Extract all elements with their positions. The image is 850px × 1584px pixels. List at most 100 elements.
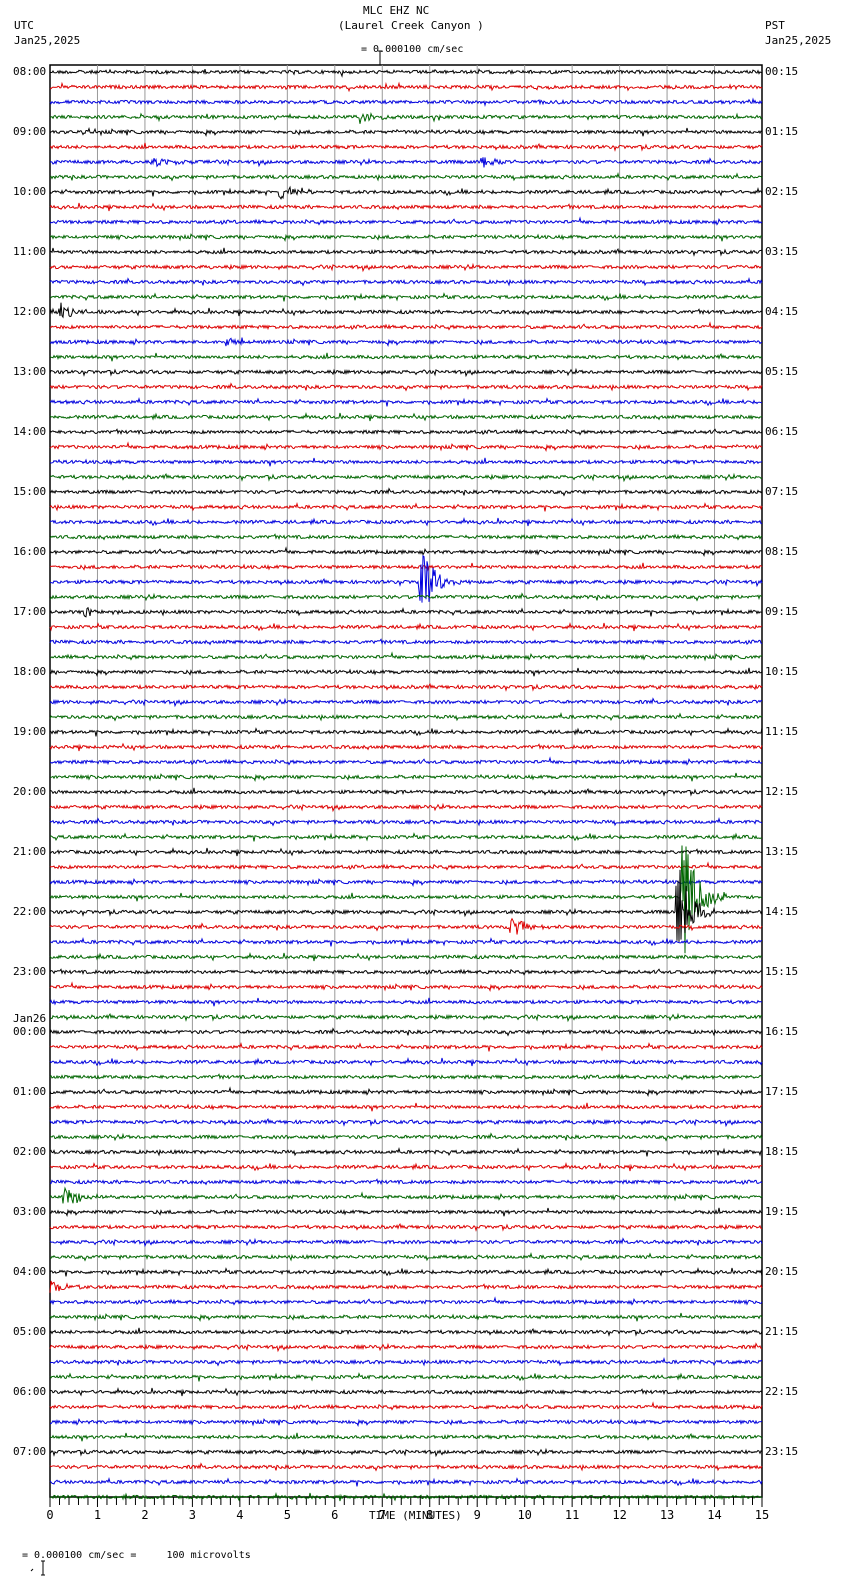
trace-62	[49, 997, 763, 1007]
pst-hour-label: 21:15	[765, 1325, 799, 1338]
trace-20	[49, 367, 763, 378]
pst-hour-label: 10:15	[765, 665, 799, 678]
utc-hour-label: 06:00	[13, 1385, 47, 1398]
plot-frame	[49, 64, 763, 1498]
day-change-label: Jan26	[13, 1012, 47, 1025]
pst-hour-label: 09:15	[765, 605, 799, 618]
trace-2	[49, 97, 763, 107]
utc-hour-label: 11:00	[13, 245, 47, 258]
trace-22	[49, 397, 763, 407]
pst-hour-label: 13:15	[765, 845, 799, 858]
trace-7	[49, 172, 763, 182]
trace-16	[49, 302, 763, 319]
trace-42	[49, 697, 763, 708]
trace-83	[49, 1312, 763, 1322]
trace-51	[49, 832, 763, 842]
pst-hour-label: 14:15	[765, 905, 799, 918]
trace-33	[49, 562, 763, 572]
pst-hour-label: 20:15	[765, 1265, 799, 1278]
trace-50	[49, 817, 763, 827]
x-tick-label: 0	[46, 1508, 53, 1522]
x-tick-label: 6	[331, 1508, 338, 1522]
trace-65	[49, 1042, 763, 1052]
pst-hour-label: 02:15	[765, 185, 799, 198]
trace-17	[49, 321, 763, 331]
utc-hour-label: 10:00	[13, 185, 47, 198]
trace-54	[49, 877, 763, 887]
pst-hour-label: 22:15	[765, 1385, 799, 1398]
trace-76	[49, 1207, 763, 1217]
trace-94	[49, 1477, 763, 1487]
x-tick-label: 2	[141, 1508, 148, 1522]
trace-26	[49, 457, 763, 467]
utc-hour-label: 21:00	[13, 845, 47, 858]
trace-77	[49, 1222, 763, 1232]
trace-85	[49, 1342, 763, 1353]
trace-39	[49, 651, 763, 662]
trace-64	[49, 1027, 763, 1037]
utc-hour-label: 14:00	[13, 425, 47, 438]
trace-19	[49, 352, 763, 362]
utc-hour-label: 12:00	[13, 305, 47, 318]
trace-40	[49, 667, 763, 677]
trace-23	[49, 411, 763, 422]
trace-71	[49, 1132, 763, 1142]
trace-36	[49, 606, 763, 618]
x-tick-label: 15	[755, 1508, 769, 1522]
trace-69	[49, 1102, 763, 1112]
trace-92	[49, 1447, 763, 1458]
pst-hour-label: 04:15	[765, 305, 799, 318]
trace-43	[49, 712, 763, 722]
x-tick-label: 13	[660, 1508, 674, 1522]
utc-hour-label: 22:00	[13, 905, 47, 918]
trace-0	[49, 68, 763, 78]
utc-hour-label: 07:00	[13, 1445, 47, 1458]
pst-hour-label: 01:15	[765, 125, 799, 138]
x-tick-label: 5	[284, 1508, 291, 1522]
trace-18	[49, 337, 763, 347]
trace-8	[49, 185, 763, 200]
trace-87	[49, 1372, 763, 1382]
x-tick-label: 10	[517, 1508, 531, 1522]
trace-4	[49, 126, 763, 137]
trace-67	[49, 1073, 763, 1081]
trace-91	[49, 1432, 763, 1442]
utc-hour-label: 03:00	[13, 1205, 47, 1218]
x-tick-label: 11	[565, 1508, 579, 1522]
trace-24	[49, 428, 763, 436]
trace-59	[49, 951, 763, 962]
pst-hour-label: 18:15	[765, 1145, 799, 1158]
utc-hour-label: 09:00	[13, 125, 47, 138]
utc-hour-label: 02:00	[13, 1145, 47, 1158]
pst-hour-label: 19:15	[765, 1205, 799, 1218]
trace-53	[49, 861, 763, 871]
utc-hour-label: 05:00	[13, 1325, 47, 1338]
trace-9	[49, 202, 763, 212]
pst-hour-label: 16:15	[765, 1025, 799, 1038]
utc-hour-label: 16:00	[13, 545, 47, 558]
utc-hour-label: 17:00	[13, 605, 47, 618]
trace-88	[49, 1386, 763, 1397]
trace-78	[49, 1237, 763, 1248]
trace-13	[49, 262, 763, 273]
trace-12	[49, 247, 763, 257]
utc-hour-label: 08:00	[13, 65, 47, 78]
trace-70	[49, 1117, 763, 1128]
pst-hour-label: 07:15	[765, 485, 799, 498]
trace-55	[49, 845, 763, 954]
trace-21	[49, 382, 763, 392]
trace-41	[49, 682, 763, 692]
trace-14	[49, 277, 763, 287]
trace-79	[49, 1252, 763, 1262]
trace-49	[49, 802, 763, 813]
pst-hour-label: 00:15	[765, 65, 799, 78]
pst-hour-label: 05:15	[765, 365, 799, 378]
pst-hour-label: 03:15	[765, 245, 799, 258]
trace-52	[49, 846, 763, 857]
x-tick-label: 14	[707, 1508, 721, 1522]
trace-6	[49, 157, 763, 168]
trace-11	[49, 233, 763, 242]
trace-32	[49, 546, 763, 557]
trace-47	[49, 772, 763, 782]
trace-29	[49, 502, 763, 512]
